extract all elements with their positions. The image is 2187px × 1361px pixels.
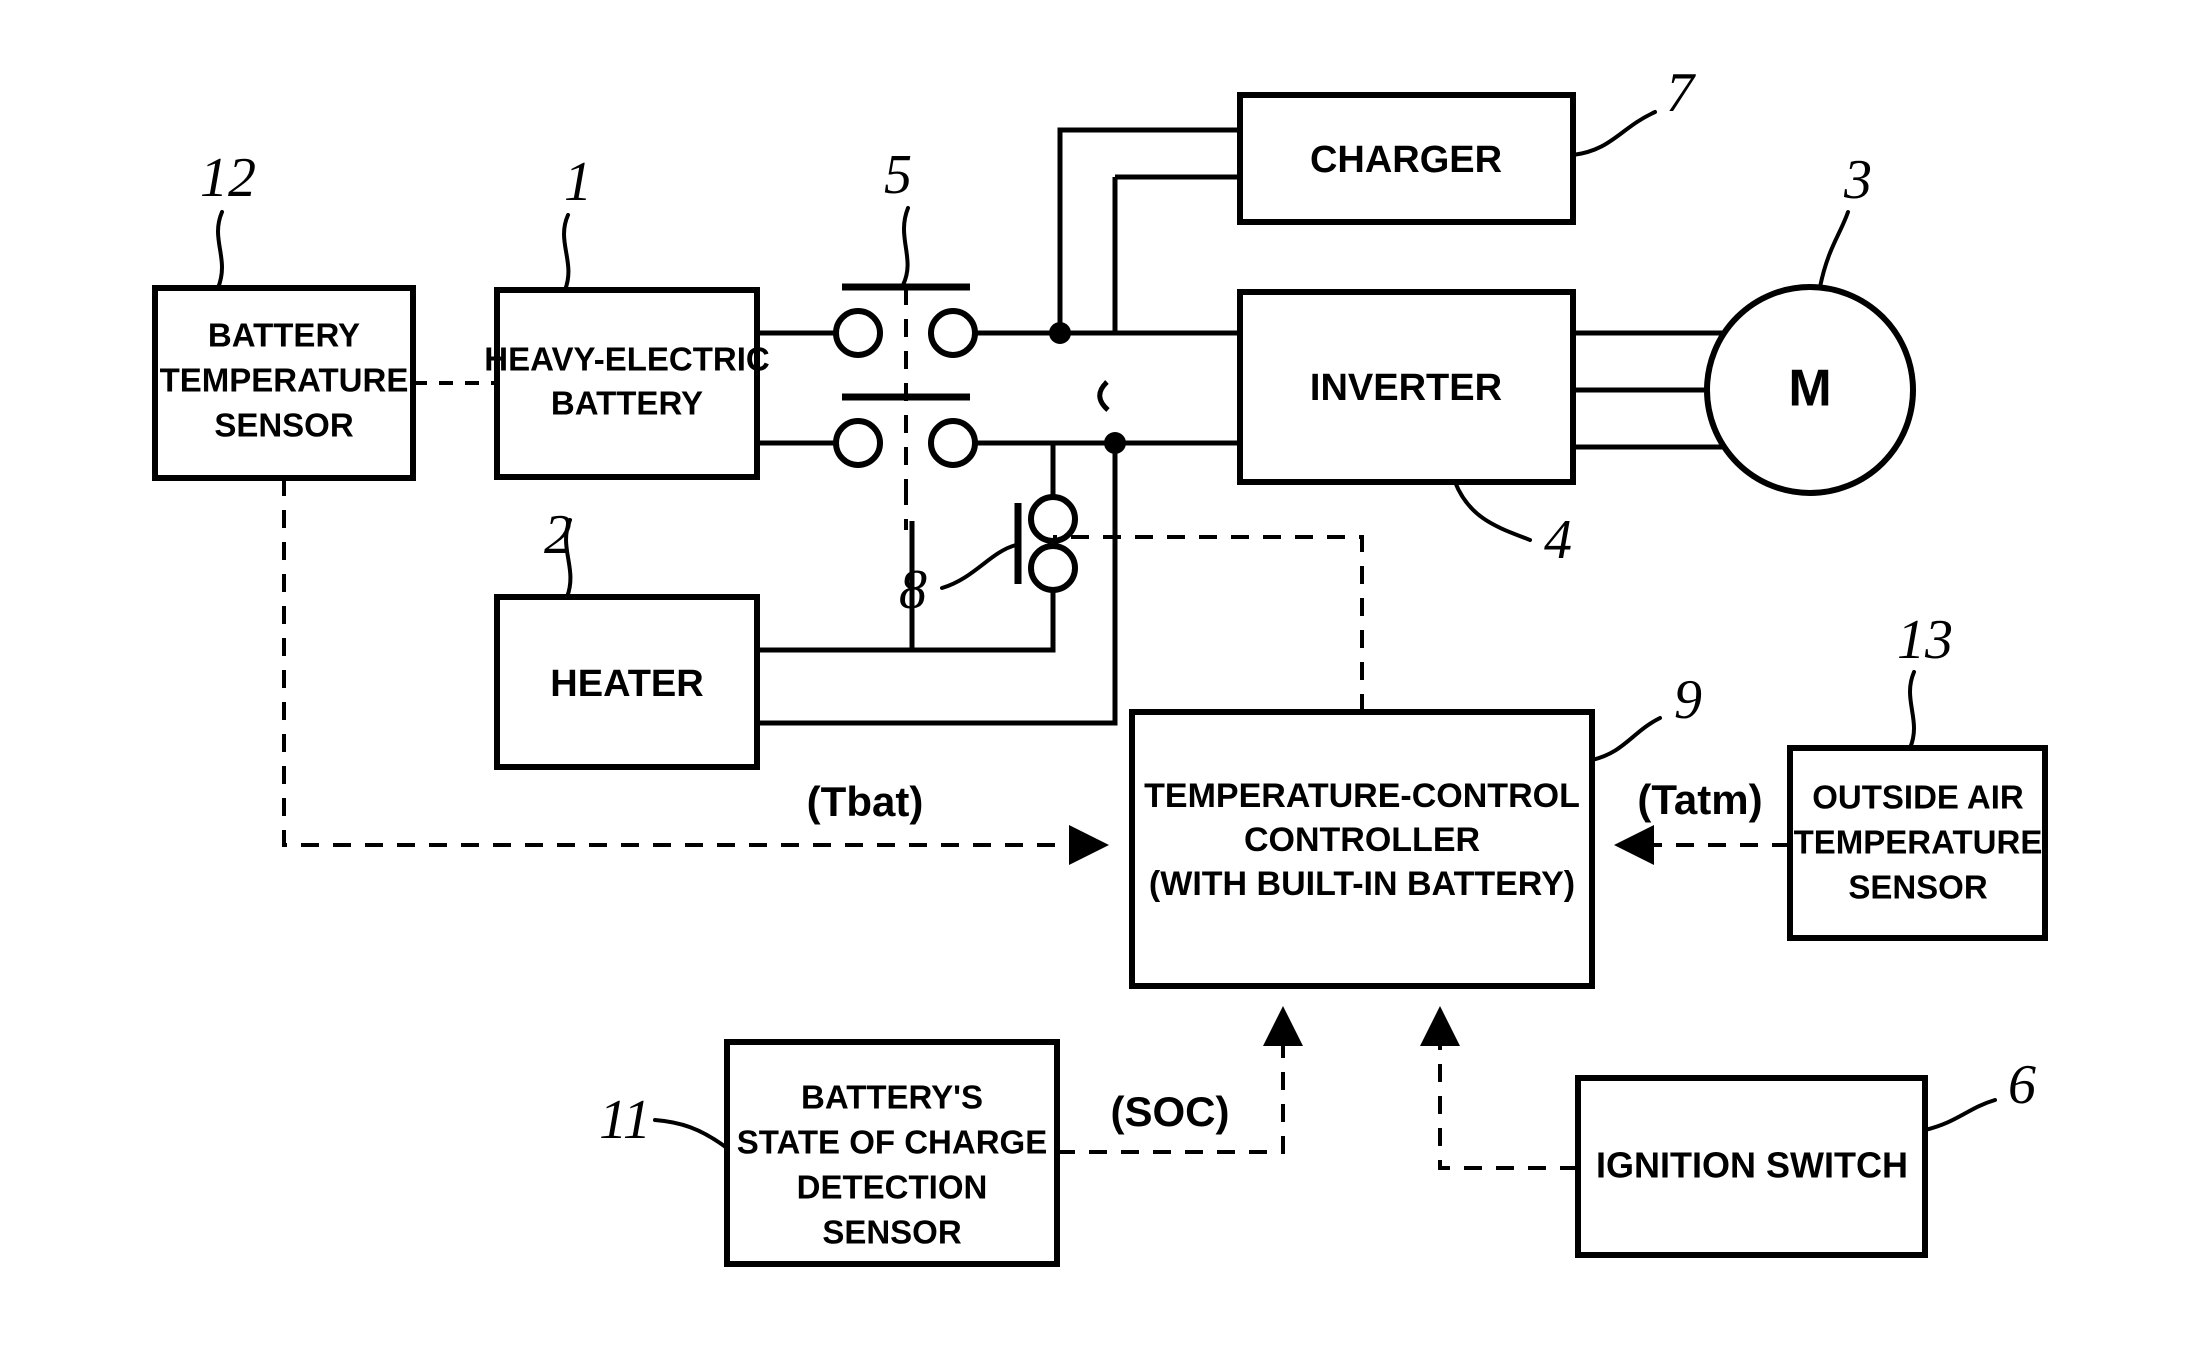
outside-air-line3: SENSOR bbox=[1848, 869, 1988, 906]
charger-label: CHARGER bbox=[1310, 139, 1502, 181]
ref-numeral-12: 12 bbox=[200, 147, 256, 209]
signal-tatm: (Tatm) bbox=[1614, 776, 1790, 865]
ref-numeral-6: 6 bbox=[2008, 1054, 2036, 1116]
ref-numeral-11: 11 bbox=[599, 1089, 651, 1151]
relay5-contact-right-top bbox=[928, 308, 978, 358]
dashed-control-line-inverter bbox=[1053, 535, 1364, 712]
block-charger: CHARGER bbox=[1237, 92, 1576, 225]
battery-temp-sensor-line3: SENSOR bbox=[214, 407, 354, 444]
signal-ignition bbox=[1420, 1006, 1578, 1170]
leader-8 bbox=[940, 543, 1018, 590]
inverter-label: INVERTER bbox=[1310, 367, 1502, 409]
controller-line1: TEMPERATURE-CONTROL bbox=[1144, 777, 1580, 815]
switch8-contact-bottom bbox=[1028, 543, 1078, 593]
ref-numeral-3: 3 bbox=[1843, 149, 1872, 211]
wire-inverter-to-motor bbox=[1573, 330, 1725, 450]
wire-hop bbox=[1097, 380, 1110, 412]
ref-numeral-4: 4 bbox=[1544, 509, 1572, 571]
outside-air-line1: OUTSIDE AIR bbox=[1812, 779, 2024, 816]
soc-sensor-line2: STATE OF CHARGE bbox=[737, 1124, 1047, 1161]
relay5-contact-right-bottom bbox=[928, 418, 978, 468]
block-diagram-svg: CHARGER 7 INVERTER 4 M 3 BATTERY TEMPERA… bbox=[152, 62, 2048, 1267]
ref-numeral-13: 13 bbox=[1897, 609, 1953, 671]
soc-sensor-line4: SENSOR bbox=[822, 1214, 962, 1251]
battery-line2: BATTERY bbox=[551, 385, 703, 422]
block-heavy-electric-battery: HEAVY-ELECTRIC BATTERY bbox=[484, 287, 770, 480]
block-heater: HEATER bbox=[494, 594, 760, 770]
wire-main-bus bbox=[1057, 127, 1237, 446]
tatm-label: (Tatm) bbox=[1637, 776, 1762, 823]
signal-soc: (SOC) bbox=[1057, 1006, 1303, 1154]
soc-label: (SOC) bbox=[1111, 1088, 1230, 1135]
block-soc-detection-sensor: BATTERY'S STATE OF CHARGE DETECTION SENS… bbox=[724, 1039, 1060, 1267]
battery-line1: HEAVY-ELECTRIC bbox=[484, 341, 769, 378]
battery-temp-sensor-line2: TEMPERATURE bbox=[160, 362, 409, 399]
block-temperature-control-controller: TEMPERATURE-CONTROL CONTROLLER (WITH BUI… bbox=[1129, 709, 1595, 989]
leader-9 bbox=[1590, 716, 1662, 762]
outside-air-line2: TEMPERATURE bbox=[1794, 824, 2043, 861]
relay5-contact-left-bottom bbox=[833, 418, 883, 468]
heater-label: HEATER bbox=[550, 663, 703, 705]
junction-dot-top bbox=[1049, 322, 1071, 344]
leader-4 bbox=[1453, 480, 1532, 542]
controller-line2: CONTROLLER bbox=[1244, 821, 1480, 859]
soc-sensor-line3: DETECTION bbox=[797, 1169, 988, 1206]
leader-13 bbox=[1908, 670, 1916, 750]
controller-line3: (WITH BUILT-IN BATTERY) bbox=[1149, 865, 1575, 903]
relay5-contact-left-top bbox=[833, 308, 883, 358]
wire-relay5-to-bus bbox=[975, 330, 1105, 446]
ignition-switch-label: IGNITION SWITCH bbox=[1596, 1145, 1908, 1186]
block-ignition-switch: IGNITION SWITCH bbox=[1575, 1075, 1928, 1258]
switch8-contact-top bbox=[1028, 494, 1078, 544]
leader-11 bbox=[653, 1118, 729, 1150]
leader-5 bbox=[901, 206, 910, 287]
patent-figure-canvas: CHARGER 7 INVERTER 4 M 3 BATTERY TEMPERA… bbox=[0, 0, 2187, 1361]
soc-sensor-line1: BATTERY'S bbox=[801, 1079, 983, 1116]
leader-3 bbox=[1818, 210, 1850, 289]
leader-7 bbox=[1571, 110, 1657, 157]
ref-numeral-9: 9 bbox=[1674, 669, 1702, 731]
battery-temp-sensor-line1: BATTERY bbox=[208, 317, 360, 354]
leader-12 bbox=[216, 210, 224, 290]
block-outside-air-temperature-sensor: OUTSIDE AIR TEMPERATURE SENSOR bbox=[1787, 745, 2048, 941]
ref-numeral-2: 2 bbox=[544, 504, 572, 566]
tbat-label: (Tbat) bbox=[807, 778, 924, 825]
leader-6 bbox=[1923, 1098, 1997, 1132]
leader-1 bbox=[562, 213, 571, 292]
ref-numeral-7: 7 bbox=[1666, 62, 1696, 124]
block-inverter: INVERTER bbox=[1237, 289, 1576, 485]
motor-label: M bbox=[1788, 360, 1831, 418]
block-battery-temperature-sensor: BATTERY TEMPERATURE SENSOR bbox=[152, 285, 416, 481]
ref-numeral-1: 1 bbox=[564, 151, 592, 213]
ref-numeral-5: 5 bbox=[884, 144, 912, 206]
